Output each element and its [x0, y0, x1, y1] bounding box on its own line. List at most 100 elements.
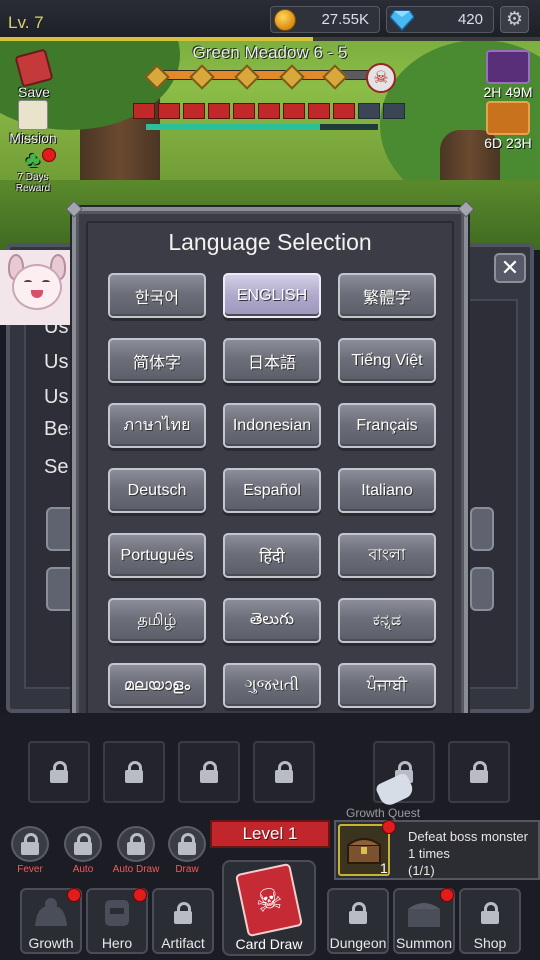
language-option[interactable]: हिंदी	[223, 533, 321, 578]
language-option[interactable]: తెలుగు	[223, 598, 321, 643]
language-option[interactable]: ગુજરાતી	[223, 663, 321, 708]
mana-bar-fill	[146, 124, 320, 130]
locked-slot[interactable]	[253, 741, 315, 803]
mission-label: Mission	[9, 130, 57, 146]
skill-auto-draw[interactable]: Auto Draw	[112, 826, 160, 875]
timer-event-2[interactable]: 6D 23H	[480, 101, 536, 151]
language-option[interactable]: Tiếng Việt	[338, 338, 436, 383]
nav-artifact[interactable]: Artifact	[152, 888, 214, 954]
skill-auto[interactable]: Auto	[63, 826, 103, 875]
save-button[interactable]: Save	[8, 48, 60, 100]
xp-bar-fill	[0, 37, 314, 41]
boss-hp-cell	[283, 103, 305, 119]
card-level-banner: Level 1	[210, 820, 330, 848]
boss-hp-cell	[133, 103, 155, 119]
lock-icon	[154, 890, 212, 935]
notification-dot	[42, 148, 56, 162]
skill-label: Fever	[17, 864, 43, 875]
nav-label: Summon	[395, 935, 453, 951]
card-draw-icon: ☠	[234, 862, 304, 938]
language-option[interactable]: 简体字	[108, 338, 206, 383]
notification-dot	[67, 888, 81, 902]
top-bar: Lv. 7 27.55K 420 ⚙	[0, 0, 540, 41]
lock-icon	[49, 761, 69, 783]
settings-button[interactable]: ⚙	[500, 6, 529, 33]
boss-hp-bar	[133, 103, 405, 119]
locked-slot[interactable]	[103, 741, 165, 803]
skill-fever[interactable]: Fever	[10, 826, 50, 875]
skill-button	[168, 826, 206, 862]
nav-dungeon[interactable]: Dungeon	[327, 888, 389, 954]
language-option[interactable]: 繁體字	[338, 273, 436, 318]
language-option[interactable]: বাংলা	[338, 533, 436, 578]
skill-button	[64, 826, 102, 862]
language-option[interactable]: Français	[338, 403, 436, 448]
avatar-eye	[42, 280, 50, 284]
boss-hp-cell	[358, 103, 380, 119]
nav-label: Artifact	[161, 935, 205, 951]
locked-slot[interactable]	[448, 741, 510, 803]
boss-hp-cell	[383, 103, 405, 119]
language-option[interactable]: 한국어	[108, 273, 206, 318]
lock-icon	[20, 833, 40, 855]
notification-dot	[382, 820, 396, 834]
save-label: Save	[18, 84, 50, 100]
event-icon	[486, 101, 530, 135]
boss-hp-cell	[233, 103, 255, 119]
lock-icon	[461, 890, 519, 935]
gold-counter[interactable]: 27.55K	[270, 6, 380, 33]
skill-label: Draw	[175, 864, 199, 875]
gem-amount: 420	[457, 11, 483, 28]
mana-bar	[146, 124, 378, 130]
quest-header: Growth Quest	[346, 806, 421, 820]
growth-quest[interactable]: 1 Defeat boss monster 1 times (1/1)	[334, 820, 540, 880]
lock-icon	[199, 761, 219, 783]
nav-card-draw[interactable]: ☠ Card Draw	[222, 860, 316, 956]
avatar[interactable]	[0, 250, 75, 325]
language-option[interactable]: ਪੰਜਾਬੀ	[338, 663, 436, 708]
xp-bar	[0, 37, 540, 41]
language-option[interactable]: ENGLISH	[223, 273, 321, 318]
nav-label: Card Draw	[235, 936, 303, 952]
boss-hp-cell	[158, 103, 180, 119]
underlying-button	[470, 567, 494, 611]
locked-slot[interactable]	[28, 741, 90, 803]
avatar-eye	[24, 280, 32, 284]
close-button[interactable]: ✕	[494, 253, 526, 283]
scroll-icon	[18, 100, 48, 130]
language-option[interactable]: தமிழ்	[108, 598, 206, 643]
language-option[interactable]: മലയാളം	[108, 663, 206, 708]
boss-hp-cell	[183, 103, 205, 119]
boss-hp-cell	[333, 103, 355, 119]
nav-shop[interactable]: Shop	[459, 888, 521, 954]
language-option[interactable]: Italiano	[338, 468, 436, 513]
mission-button[interactable]: Mission	[2, 100, 64, 146]
language-option[interactable]: Español	[223, 468, 321, 513]
skill-button	[117, 826, 155, 862]
lock-icon	[469, 761, 489, 783]
language-grid: 한국어 ENGLISH 繁體字简体字 日本語 Tiếng Việt ภาษาไทย Indo…	[108, 273, 438, 708]
language-option[interactable]: Português	[108, 533, 206, 578]
avatar-face	[12, 264, 62, 310]
lock-glyph	[480, 901, 500, 924]
book-icon	[14, 48, 54, 88]
language-option[interactable]: ภาษาไทย	[108, 403, 206, 448]
boss-hp-cell	[208, 103, 230, 119]
language-option[interactable]: Indonesian	[223, 403, 321, 448]
quest-description: Defeat boss monster 1 times	[408, 829, 528, 861]
language-option[interactable]: ಕನ್ನಡ	[338, 598, 436, 643]
skill-label: Auto Draw	[112, 864, 160, 875]
underlying-button	[470, 507, 494, 551]
language-option[interactable]: Deutsch	[108, 468, 206, 513]
skill-draw[interactable]: Draw	[167, 826, 207, 875]
locked-slot[interactable]	[178, 741, 240, 803]
reward-label: 7 Days Reward	[15, 172, 51, 194]
language-option[interactable]: 日本語	[223, 338, 321, 383]
timer-event-1[interactable]: 2H 49M	[480, 50, 536, 100]
language-selection-dialog: Language Selection 한국어 ENGLISH 繁體字 简体字 日本語 Ti…	[65, 200, 475, 760]
quest-text: Defeat boss monster 1 times (1/1)	[408, 828, 538, 879]
gem-counter[interactable]: 420	[386, 6, 494, 33]
skill-label: Auto	[72, 864, 94, 875]
lock-icon	[124, 761, 144, 783]
nav-label: Shop	[473, 935, 507, 951]
